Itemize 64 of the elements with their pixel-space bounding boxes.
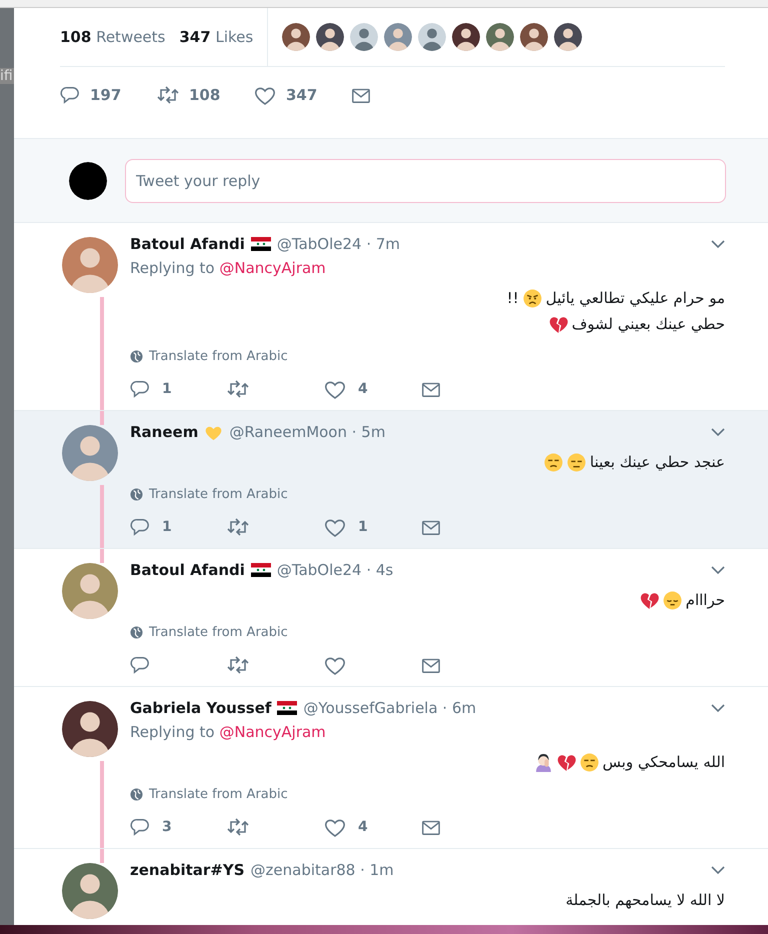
tweet-text: !!	[506, 289, 519, 307]
reply-input[interactable]: Tweet your reply	[125, 158, 726, 202]
reply-count: 197	[90, 86, 122, 104]
user-handle-time[interactable]: @RaneemMoon · 5m	[229, 423, 386, 441]
avatar[interactable]	[62, 701, 118, 757]
globe-icon	[130, 626, 143, 639]
user-handle-time[interactable]: @zenabitar88 · 1m	[250, 861, 394, 879]
chevron-down-icon[interactable]	[711, 566, 725, 574]
tweet-text: حطي عينك بعيني لشوف	[572, 315, 725, 333]
replying-to: Replying to @NancyAjram	[130, 259, 327, 277]
avatar[interactable]	[520, 23, 548, 51]
like-count: 347	[286, 86, 318, 104]
page-text-fragment: ifi	[0, 68, 14, 84]
retweet-icon[interactable]	[227, 816, 249, 838]
chevron-down-icon[interactable]	[711, 704, 725, 712]
globe-icon	[130, 788, 143, 801]
like-count: 4	[358, 381, 368, 397]
retweet-icon[interactable]	[227, 378, 249, 400]
reply-icon[interactable]	[60, 85, 80, 105]
chevron-down-icon[interactable]	[711, 240, 725, 248]
user-name[interactable]: Batoul Afandi	[130, 561, 245, 579]
user-name[interactable]: Batoul Afandi	[130, 235, 245, 253]
user-name[interactable]: Raneem	[130, 423, 198, 441]
user-name[interactable]: zenabitar#YS	[130, 861, 245, 879]
retweet-icon[interactable]	[157, 84, 179, 106]
tweet-text: عنجد حطي عينك بعينا	[590, 453, 725, 471]
reply-icon[interactable]	[130, 517, 150, 537]
chevron-down-icon[interactable]	[711, 428, 725, 436]
globe-icon	[130, 488, 143, 501]
avatar[interactable]	[69, 162, 107, 200]
globe-icon	[130, 350, 143, 363]
tweet-text: لا الله لا يسامحهم بالجملة	[566, 891, 725, 909]
avatar[interactable]	[554, 23, 582, 51]
avatar[interactable]	[282, 23, 310, 51]
retweet-icon[interactable]	[227, 654, 249, 676]
reply-icon[interactable]	[130, 655, 150, 675]
retweet-count: 108	[189, 86, 220, 104]
likes-stat[interactable]: 347 Likes	[179, 28, 254, 46]
retweets-stat[interactable]: 108 Retweets	[60, 28, 166, 46]
reply-count: 3	[162, 819, 172, 835]
reply-count: 1	[162, 519, 172, 535]
reply-icon[interactable]	[130, 817, 150, 837]
user-handle-time[interactable]: @TabOle24 · 7m	[276, 235, 400, 253]
translate-link[interactable]: Translate from Arabic	[149, 787, 288, 802]
chevron-down-icon[interactable]	[711, 866, 725, 874]
avatar[interactable]	[316, 23, 344, 51]
user-handle-time[interactable]: @YoussefGabriela · 6m	[303, 699, 476, 717]
tweet-text: حرااام	[686, 591, 725, 609]
like-count: 1	[358, 519, 368, 535]
user-handle-time[interactable]: @TabOle24 · 4s	[276, 561, 394, 579]
translate-link[interactable]: Translate from Arabic	[149, 487, 288, 502]
avatar[interactable]	[452, 23, 480, 51]
mention-link[interactable]: @NancyAjram	[219, 259, 326, 277]
like-count: 4	[358, 819, 368, 835]
tweet-text: مو حرام عليكي تطالعي يائيل	[546, 289, 725, 307]
user-name[interactable]: Gabriela Youssef	[130, 699, 272, 717]
mention-link[interactable]: @NancyAjram	[219, 723, 326, 741]
translate-link[interactable]: Translate from Arabic	[149, 625, 288, 640]
retweet-icon[interactable]	[227, 516, 249, 538]
translate-link[interactable]: Translate from Arabic	[149, 349, 288, 364]
reply-icon[interactable]	[130, 379, 150, 399]
tweet-text: الله يسامحكي وبس	[602, 753, 725, 771]
replying-to: Replying to @NancyAjram	[130, 723, 327, 741]
reply-count: 1	[162, 381, 172, 397]
